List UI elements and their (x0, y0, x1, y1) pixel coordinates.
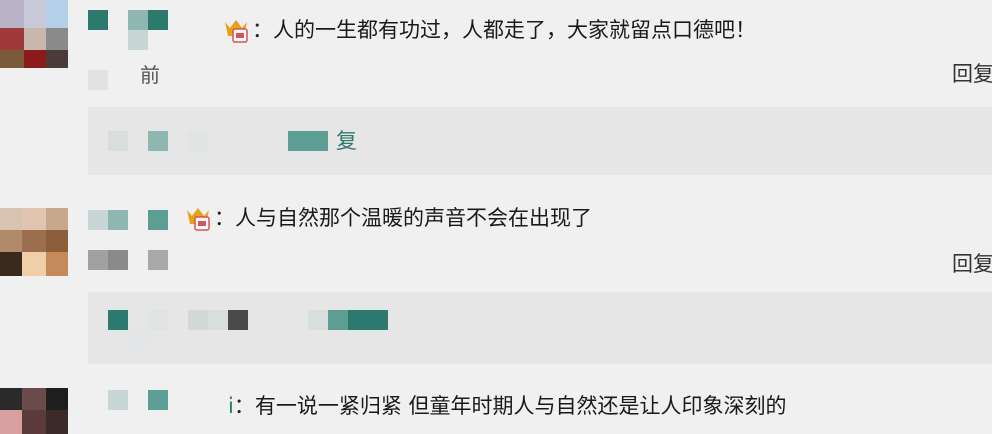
vip-badge-icon (222, 16, 250, 44)
avatar[interactable] (0, 0, 68, 68)
reply-button[interactable]: 回复 (952, 60, 992, 88)
timestamp-pixelated (88, 250, 178, 270)
timestamp-pixelated (88, 70, 108, 90)
username-pixelated[interactable] (88, 210, 178, 234)
view-replies-link[interactable]: 复 (336, 127, 357, 155)
comment-text: ：人的一生都有功过，人都走了，大家就留点口德吧！ (252, 18, 756, 42)
vip-badge-icon (184, 204, 212, 232)
timestamp: 前 (140, 63, 160, 87)
reply-button[interactable]: 回复 (952, 250, 992, 278)
username-pixelated[interactable] (88, 8, 178, 52)
avatar[interactable] (0, 388, 68, 434)
username-pixelated[interactable] (88, 390, 178, 430)
reply-preview-box[interactable] (88, 292, 992, 364)
comment-text: ：人与自然那个温暖的声音不会在出现了 (214, 206, 592, 230)
comment-text: i：有一说一紧归紧 但童年时期人与自然还是让人印象深刻的 (228, 394, 787, 418)
avatar[interactable] (0, 208, 68, 276)
reply-preview-box[interactable]: 复 (88, 107, 992, 175)
